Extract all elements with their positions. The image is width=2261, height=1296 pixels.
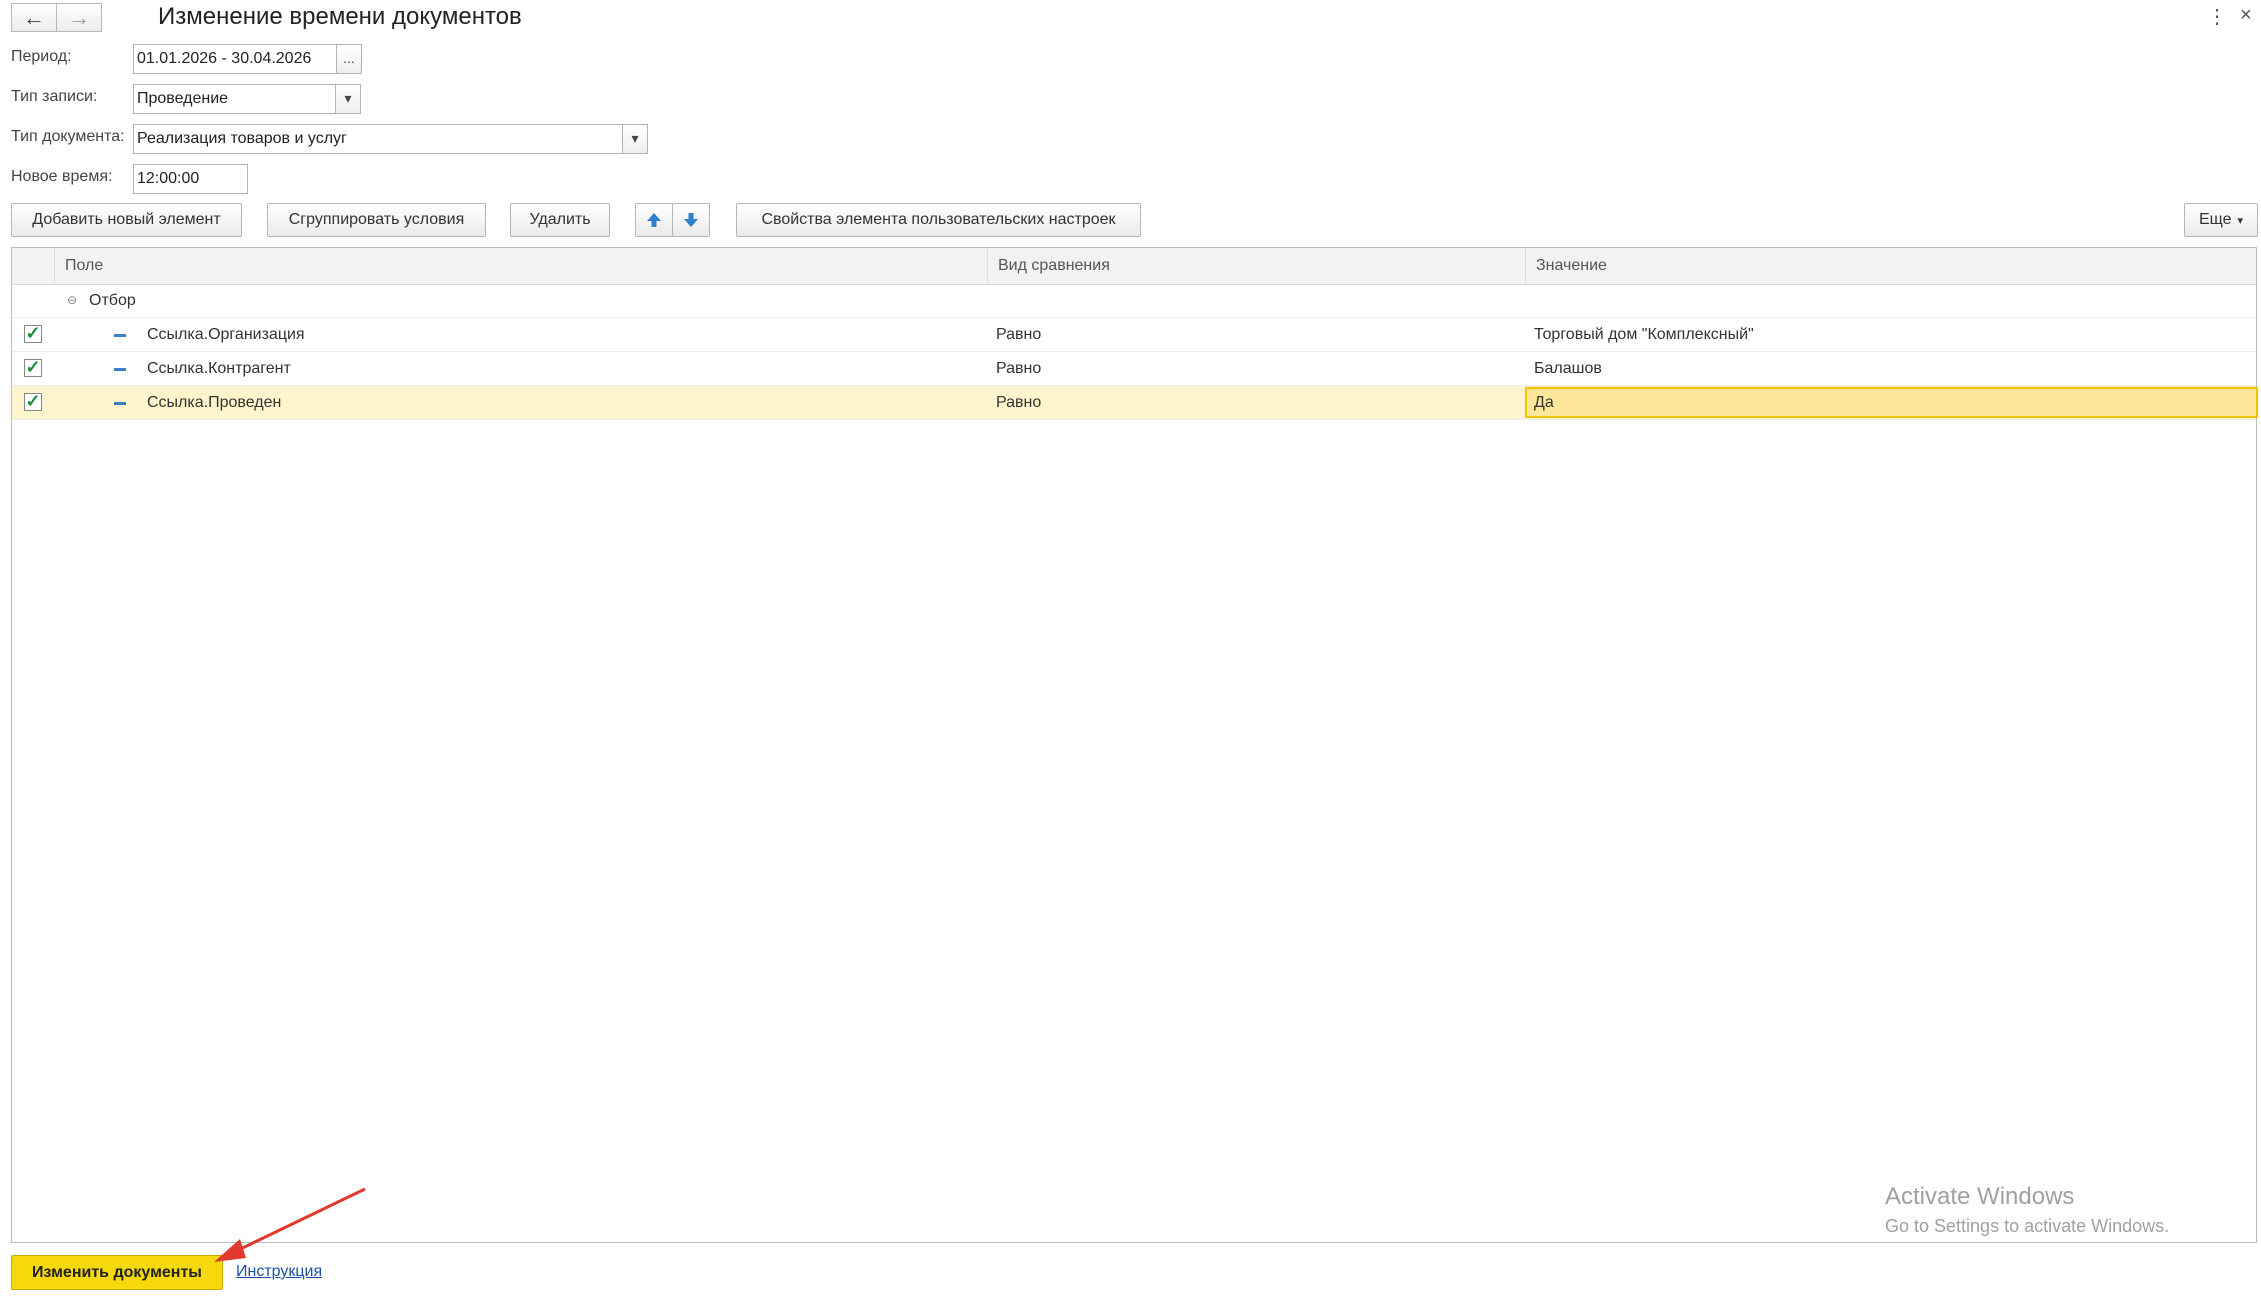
annotation-arrow xyxy=(214,1187,366,1262)
